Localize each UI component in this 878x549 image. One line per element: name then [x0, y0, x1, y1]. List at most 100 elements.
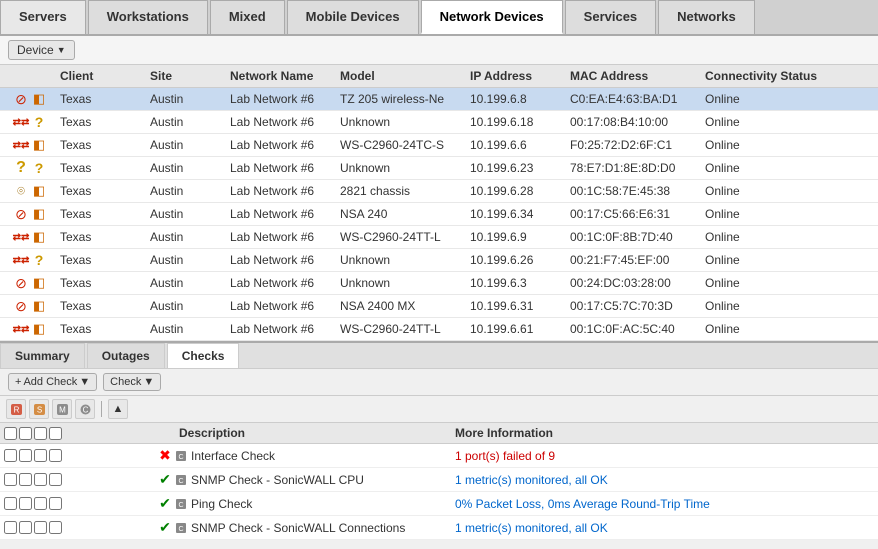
row-site: Austin — [150, 207, 230, 221]
device-menu-button[interactable]: Device ▼ — [8, 40, 75, 60]
check-cb-1[interactable] — [4, 473, 17, 486]
col-header-model[interactable]: Model — [340, 69, 470, 83]
filter-icon-3[interactable]: M — [52, 399, 72, 419]
table-row[interactable]: ⇄⇄ ? Texas Austin Lab Network #6 Unknown… — [0, 249, 878, 272]
row-status: Online — [705, 115, 825, 129]
table-row[interactable]: ⊘ ◧ Texas Austin Lab Network #6 Unknown … — [0, 272, 878, 295]
filter-icon-2[interactable]: S — [29, 399, 49, 419]
check-cb-4[interactable] — [49, 449, 62, 462]
switch-icon: ⇄⇄ — [13, 229, 29, 245]
check-cb-2[interactable] — [19, 449, 32, 462]
row-ip: 10.199.6.3 — [470, 276, 570, 290]
tab-mobile-devices[interactable]: Mobile Devices — [287, 0, 419, 34]
table-row[interactable]: ? ? Texas Austin Lab Network #6 Unknown … — [0, 157, 878, 180]
row-site: Austin — [150, 299, 230, 313]
check-cb-3[interactable] — [34, 497, 47, 510]
row-client: Texas — [60, 184, 150, 198]
check-cb-1[interactable] — [4, 449, 17, 462]
tab-services[interactable]: Services — [565, 0, 657, 34]
row-network: Lab Network #6 — [230, 184, 340, 198]
sort-up-icon[interactable]: ▲ — [108, 399, 128, 419]
row-model: WS-C2960-24TT-L — [340, 230, 470, 244]
check-cb-4[interactable] — [49, 521, 62, 534]
switch-icon: ⇄⇄ — [13, 137, 29, 153]
tab-servers[interactable]: Servers — [0, 0, 86, 34]
check-row[interactable]: ✖ C Interface Check 1 port(s) failed of … — [0, 444, 878, 468]
table-row[interactable]: ⇄⇄ ◧ Texas Austin Lab Network #6 WS-C296… — [0, 318, 878, 341]
check-info-link[interactable]: 1 metric(s) monitored, all OK — [455, 473, 608, 487]
bottom-tab-checks[interactable]: Checks — [167, 343, 240, 368]
check-cb-3[interactable] — [34, 449, 47, 462]
col-header-mac[interactable]: MAC Address — [570, 69, 705, 83]
checks-table: ✖ C Interface Check 1 port(s) failed of … — [0, 444, 878, 540]
status-ok-icon: ✔ — [159, 519, 171, 535]
table-column-headers: Client Site Network Name Model IP Addres… — [0, 65, 878, 88]
check-row-info[interactable]: 1 metric(s) monitored, all OK — [455, 473, 878, 487]
check-cb-2[interactable] — [19, 497, 32, 510]
tab-mixed[interactable]: Mixed — [210, 0, 285, 34]
row-network: Lab Network #6 — [230, 276, 340, 290]
col-header-netname[interactable]: Network Name — [230, 69, 340, 83]
checks-cb-2[interactable] — [19, 427, 32, 440]
tab-networks[interactable]: Networks — [658, 0, 755, 34]
filter-icon-4[interactable]: C — [75, 399, 95, 419]
table-row[interactable]: ⇄⇄ ◧ Texas Austin Lab Network #6 WS-C296… — [0, 226, 878, 249]
checks-select-all[interactable] — [4, 427, 17, 440]
check-cb-3[interactable] — [34, 473, 47, 486]
col-header-client[interactable]: Client — [60, 69, 150, 83]
check-row[interactable]: ✔ C SNMP Check - SonicWALL CPU 1 metric(… — [0, 468, 878, 492]
check-chevron-icon: ▼ — [143, 376, 154, 388]
row-icons: ⇄⇄ ◧ — [0, 137, 60, 153]
check-cb-4[interactable] — [49, 473, 62, 486]
tab-network-devices[interactable]: Network Devices — [421, 0, 563, 34]
check-cb-2[interactable] — [19, 521, 32, 534]
check-info-link[interactable]: 0% Packet Loss, 0ms Average Round-Trip T… — [455, 497, 710, 511]
check-row-cbs — [0, 449, 155, 462]
check-cb-3[interactable] — [34, 521, 47, 534]
check-info-link[interactable]: 1 metric(s) monitored, all OK — [455, 521, 608, 535]
add-check-button[interactable]: + Add Check ▼ — [8, 373, 97, 391]
tab-workstations[interactable]: Workstations — [88, 0, 208, 34]
col-header-ip[interactable]: IP Address — [470, 69, 570, 83]
check-row[interactable]: ✔ C Ping Check 0% Packet Loss, 0ms Avera… — [0, 492, 878, 516]
checks-cb-3[interactable] — [34, 427, 47, 440]
table-row[interactable]: ⊘ ◧ Texas Austin Lab Network #6 NSA 2400… — [0, 295, 878, 318]
check-row-info[interactable]: 1 metric(s) monitored, all OK — [455, 521, 878, 535]
row-network: Lab Network #6 — [230, 207, 340, 221]
main-toolbar: Device ▼ — [0, 36, 878, 65]
bottom-tab-outages[interactable]: Outages — [87, 343, 165, 368]
row-status: Online — [705, 230, 825, 244]
col-header-description: Description — [175, 426, 455, 440]
bottom-tabs: Summary Outages Checks — [0, 343, 878, 369]
check-row-info[interactable]: 0% Packet Loss, 0ms Average Round-Trip T… — [455, 497, 878, 511]
switch-icon: ⇄⇄ — [13, 252, 29, 268]
filter-icon-1[interactable]: R — [6, 399, 26, 419]
col-header-status[interactable]: Connectivity Status — [705, 69, 825, 83]
table-row[interactable]: ⊘ ◧ Texas Austin Lab Network #6 TZ 205 w… — [0, 88, 878, 111]
check-cb-1[interactable] — [4, 521, 17, 534]
row-mac: 78:E7:D1:8E:8D:D0 — [570, 161, 705, 175]
row-model: TZ 205 wireless-Ne — [340, 92, 470, 106]
row-client: Texas — [60, 322, 150, 336]
bottom-tab-summary[interactable]: Summary — [0, 343, 85, 368]
row-mac: 00:17:C5:66:E6:31 — [570, 207, 705, 221]
cube-icon: ◧ — [31, 298, 47, 314]
check-row-name: C SNMP Check - SonicWALL Connections — [175, 521, 455, 535]
check-cb-2[interactable] — [19, 473, 32, 486]
col-header-site[interactable]: Site — [150, 69, 230, 83]
check-cb-1[interactable] — [4, 497, 17, 510]
check-row-info[interactable]: 1 port(s) failed of 9 — [455, 449, 878, 463]
checks-cb-4[interactable] — [49, 427, 62, 440]
table-row[interactable]: ⊘ ◧ Texas Austin Lab Network #6 NSA 240 … — [0, 203, 878, 226]
check-cb-4[interactable] — [49, 497, 62, 510]
row-client: Texas — [60, 299, 150, 313]
table-row[interactable]: ⇄⇄ ? Texas Austin Lab Network #6 Unknown… — [0, 111, 878, 134]
svg-text:M: M — [59, 405, 66, 414]
check-button[interactable]: Check ▼ — [103, 373, 161, 391]
row-client: Texas — [60, 138, 150, 152]
check-row[interactable]: ✔ C SNMP Check - SonicWALL Connections 1… — [0, 516, 878, 540]
row-site: Austin — [150, 92, 230, 106]
check-info-link[interactable]: 1 port(s) failed of 9 — [455, 449, 555, 463]
table-row[interactable]: ⌾ ◧ Texas Austin Lab Network #6 2821 cha… — [0, 180, 878, 203]
table-row[interactable]: ⇄⇄ ◧ Texas Austin Lab Network #6 WS-C296… — [0, 134, 878, 157]
